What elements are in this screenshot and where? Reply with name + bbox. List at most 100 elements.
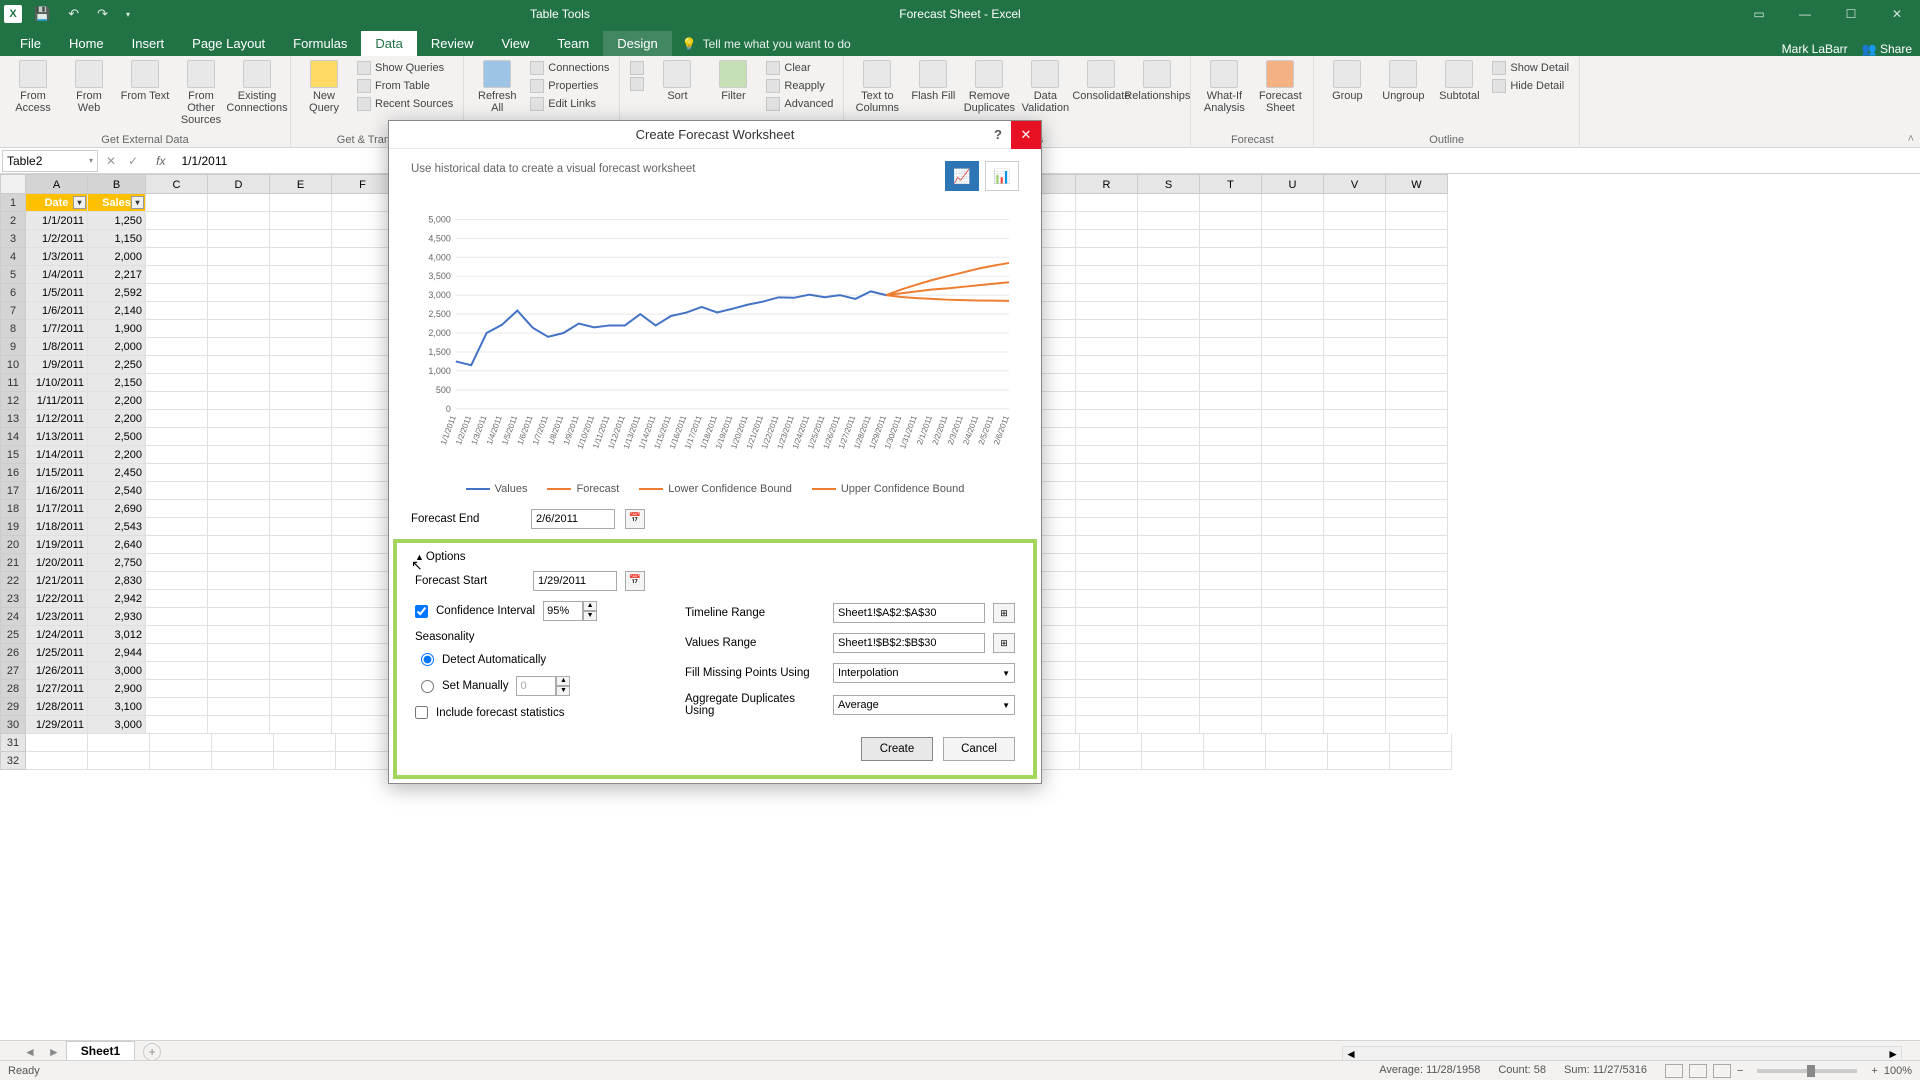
table-cell[interactable]: 3,100 [88,698,146,716]
dialog-titlebar[interactable]: Create Forecast Worksheet ? ✕ [389,121,1041,149]
tab-team[interactable]: Team [543,31,603,56]
confidence-interval-input[interactable] [543,601,583,621]
sort-button[interactable]: Sort [652,60,702,102]
sheet-tab[interactable]: Sheet1 [66,1041,135,1062]
close-window-icon[interactable]: ✕ [1874,0,1920,28]
row-header[interactable]: 30 [0,716,26,734]
table-cell[interactable]: 1/1/2011 [26,212,88,230]
from-text-button[interactable]: From Text [120,60,170,102]
column-header[interactable]: A [26,174,88,194]
table-cell[interactable]: 2,000 [88,338,146,356]
row-header[interactable]: 19 [0,518,26,536]
subtotal-button[interactable]: Subtotal [1434,60,1484,102]
table-cell[interactable]: 1/25/2011 [26,644,88,662]
table-cell[interactable]: 1/8/2011 [26,338,88,356]
table-cell[interactable]: 2,000 [88,248,146,266]
manual-seasonality-input[interactable] [516,676,556,696]
table-cell[interactable]: 2,200 [88,410,146,428]
zoom-in-button[interactable]: + [1871,1065,1877,1077]
values-range-input[interactable] [833,633,985,653]
row-header[interactable]: 4 [0,248,26,266]
whatif-analysis-button[interactable]: What-If Analysis [1199,60,1249,114]
relationships-button[interactable]: Relationships [1132,60,1182,102]
row-header[interactable]: 16 [0,464,26,482]
consolidate-button[interactable]: Consolidate [1076,60,1126,102]
table-cell[interactable]: 1/2/2011 [26,230,88,248]
tab-home[interactable]: Home [55,31,118,56]
table-cell[interactable]: 2,450 [88,464,146,482]
fill-missing-select[interactable]: Interpolation▼ [833,663,1015,683]
accept-edit-icon[interactable]: ✓ [128,154,138,168]
row-header[interactable]: 6 [0,284,26,302]
table-cell[interactable]: 1/16/2011 [26,482,88,500]
tab-page-layout[interactable]: Page Layout [178,31,279,56]
save-icon[interactable]: 💾 [28,6,56,22]
table-cell[interactable]: 1/12/2011 [26,410,88,428]
table-cell[interactable]: 2,640 [88,536,146,554]
row-header[interactable]: 12 [0,392,26,410]
table-cell[interactable]: 1/29/2011 [26,716,88,734]
table-cell[interactable]: 2,540 [88,482,146,500]
from-table-button[interactable]: From Table [355,78,455,94]
collapse-ribbon-icon[interactable]: ˄ [1908,133,1914,145]
table-cell[interactable]: 1/27/2011 [26,680,88,698]
table-cell[interactable]: 2,944 [88,644,146,662]
row-header[interactable]: 10 [0,356,26,374]
row-header[interactable]: 8 [0,320,26,338]
row-header[interactable]: 28 [0,680,26,698]
table-cell[interactable]: 2,140 [88,302,146,320]
table-cell[interactable]: 1/24/2011 [26,626,88,644]
page-layout-view-button[interactable] [1689,1064,1707,1078]
row-header[interactable]: 29 [0,698,26,716]
table-cell[interactable]: 1/11/2011 [26,392,88,410]
ungroup-button[interactable]: Ungroup [1378,60,1428,102]
table-cell[interactable]: 2,500 [88,428,146,446]
table-cell[interactable]: 1/5/2011 [26,284,88,302]
normal-view-button[interactable] [1665,1064,1683,1078]
create-button[interactable]: Create [861,737,933,761]
tell-me-search[interactable]: 💡Tell me what you want to do [672,32,861,56]
table-cell[interactable]: 2,217 [88,266,146,284]
table-cell[interactable]: 2,150 [88,374,146,392]
table-cell[interactable]: 1/9/2011 [26,356,88,374]
row-header[interactable]: 22 [0,572,26,590]
table-cell[interactable]: 2,250 [88,356,146,374]
table-cell[interactable]: 2,930 [88,608,146,626]
table-cell[interactable]: 1/26/2011 [26,662,88,680]
column-header[interactable]: V [1324,174,1386,194]
table-cell[interactable]: 3,012 [88,626,146,644]
table-cell[interactable]: 1/10/2011 [26,374,88,392]
table-cell[interactable]: 1/4/2011 [26,266,88,284]
table-cell[interactable]: 2,942 [88,590,146,608]
column-header[interactable]: B [88,174,146,194]
undo-icon[interactable]: ↶ [62,6,85,22]
column-header[interactable]: W [1386,174,1448,194]
qat-customize-icon[interactable]: ▾ [120,10,136,19]
tab-data[interactable]: Data [361,31,416,56]
page-break-view-button[interactable] [1713,1064,1731,1078]
confidence-interval-checkbox[interactable] [415,605,428,618]
user-name[interactable]: Mark LaBarr [1782,42,1848,56]
row-header[interactable]: 15 [0,446,26,464]
tab-review[interactable]: Review [417,31,488,56]
connections-button[interactable]: Connections [528,60,611,76]
select-all-button[interactable] [0,174,26,194]
existing-connections-button[interactable]: Existing Connections [232,60,282,114]
sheet-nav-prev-icon[interactable]: ◄ [18,1045,42,1059]
show-detail-button[interactable]: Show Detail [1490,60,1571,76]
detect-auto-radio[interactable] [421,653,434,666]
column-header[interactable]: F [332,174,394,194]
from-access-button[interactable]: From Access [8,60,58,114]
redo-icon[interactable]: ↷ [91,6,114,22]
table-cell[interactable]: 1/19/2011 [26,536,88,554]
table-cell[interactable]: 3,000 [88,662,146,680]
table-cell[interactable]: 1,900 [88,320,146,338]
column-header[interactable]: U [1262,174,1324,194]
cancel-button[interactable]: Cancel [943,737,1015,761]
table-cell[interactable]: 2,200 [88,446,146,464]
row-header[interactable]: 18 [0,500,26,518]
table-cell[interactable]: 2,200 [88,392,146,410]
row-header[interactable]: 20 [0,536,26,554]
zoom-slider[interactable] [1757,1069,1857,1073]
refresh-all-button[interactable]: Refresh All [472,60,522,114]
